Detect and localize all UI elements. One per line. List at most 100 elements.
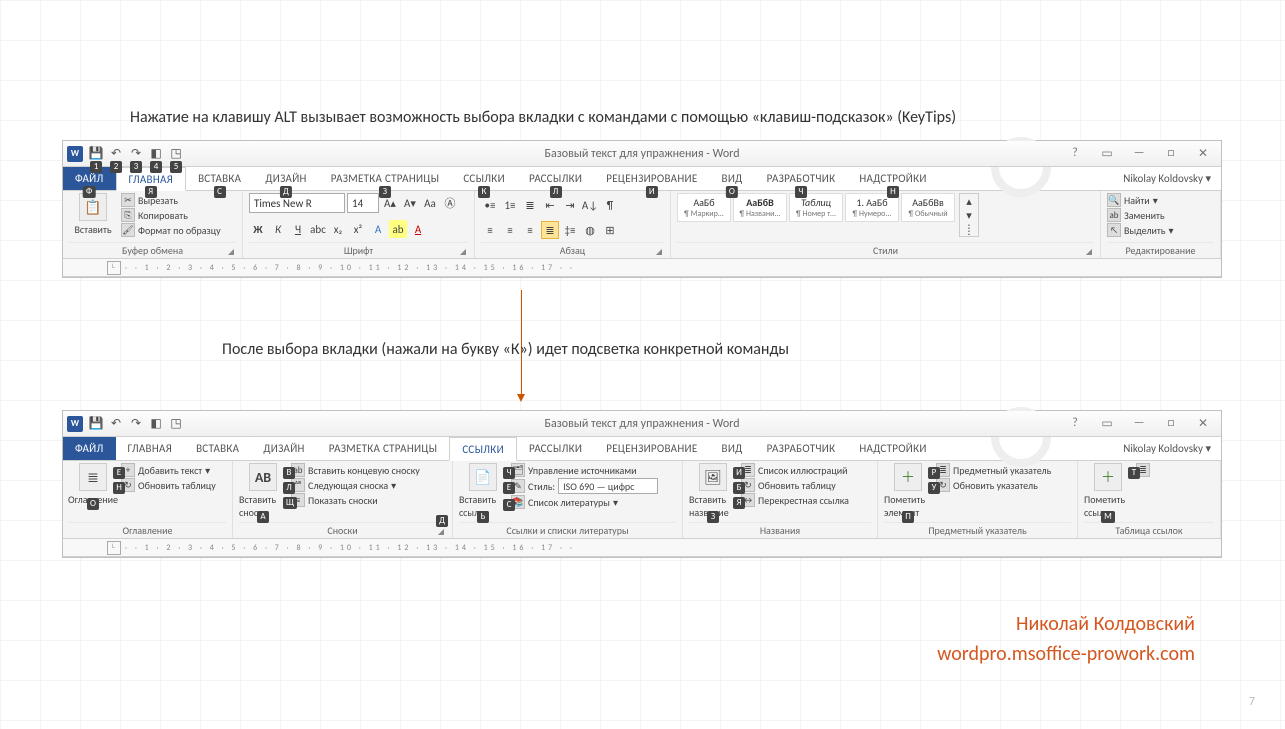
- highlight-icon[interactable]: ab: [389, 220, 407, 238]
- qat-redo-icon[interactable]: ↷: [127, 415, 145, 433]
- sort-icon[interactable]: A↓: [581, 196, 599, 214]
- decrease-font-icon[interactable]: A▾: [401, 194, 419, 212]
- tab-рассылки[interactable]: РАССЫЛКИЛ: [517, 167, 594, 190]
- bibliography-button[interactable]: 📚Список литературы ▾С: [511, 495, 658, 509]
- tab-вставка[interactable]: ВСТАВКАС: [186, 167, 253, 190]
- manage-sources-button[interactable]: 🗂Управление источникамиЧ: [511, 463, 658, 477]
- insert-toa-button[interactable]: ≣Т: [1136, 463, 1150, 477]
- qat-undo-icon[interactable]: ↶: [107, 415, 125, 433]
- increase-indent-icon[interactable]: ⇥: [561, 196, 579, 214]
- qat-undo-icon[interactable]: ↶2: [107, 145, 125, 163]
- toc-button[interactable]: ≣ Оглавление О: [69, 463, 117, 506]
- styles-gallery[interactable]: АаБб¶ Маркир...АаБбВ¶ Названи...Таблиц¶ …: [677, 193, 955, 222]
- qat-btn-5[interactable]: ◳5: [167, 145, 185, 163]
- tab-надстройки[interactable]: НАДСТРОЙКИ: [847, 437, 938, 460]
- user-area[interactable]: Nikolay Koldovsky ▾: [1113, 167, 1221, 190]
- style-item[interactable]: АаБбВв¶ Обычный: [901, 193, 955, 222]
- ribbon-toggle-icon[interactable]: ▭: [1095, 416, 1119, 431]
- change-case-icon[interactable]: Aa: [421, 194, 439, 212]
- update-index-button[interactable]: ↻Обновить указательУ: [936, 478, 1051, 492]
- style-item[interactable]: АаБб¶ Маркир...: [677, 193, 731, 222]
- borders-icon[interactable]: ⊞: [601, 221, 619, 239]
- tab-разработчик[interactable]: РАЗРАБОТЧИК: [755, 437, 848, 460]
- close-icon[interactable]: ✕: [1191, 416, 1215, 431]
- clear-format-icon[interactable]: Ⓐ: [441, 194, 459, 212]
- insert-footnote-button[interactable]: AB Вставить сноску А: [239, 463, 287, 519]
- decrease-indent-icon[interactable]: ⇤: [541, 196, 559, 214]
- show-notes-button[interactable]: ≡Показать сноскиЩ: [291, 493, 420, 507]
- font-color-icon[interactable]: A: [409, 220, 427, 238]
- line-spacing-icon[interactable]: ‡≡: [561, 221, 579, 239]
- show-marks-icon[interactable]: ¶: [601, 196, 619, 214]
- tab-дизайн[interactable]: ДИЗАЙНД: [253, 167, 318, 190]
- tab-разработчик[interactable]: РАЗРАБОТЧИКЧ: [755, 167, 848, 190]
- tab-рецензирование[interactable]: РЕЦЕНЗИРОВАНИЕИ: [594, 167, 709, 190]
- add-text-button[interactable]: +Добавить текст ▾Е: [121, 463, 216, 477]
- update-tof-button[interactable]: ↻Обновить таблицуБ: [741, 478, 849, 492]
- shading-icon[interactable]: ◍: [581, 221, 599, 239]
- tab-разметка страницы[interactable]: РАЗМЕТКА СТРАНИЦЫ: [317, 437, 450, 460]
- tab-selector-icon[interactable]: └: [107, 261, 121, 275]
- gallery-up-icon[interactable]: ▴: [960, 194, 978, 208]
- mark-entry-button[interactable]: ＋ Пометить элемент П: [884, 463, 932, 519]
- insert-endnote-button[interactable]: abВставить концевую сноскуВ: [291, 463, 420, 477]
- tab-рецензирование[interactable]: РЕЦЕНЗИРОВАНИЕ: [594, 437, 709, 460]
- align-left-icon[interactable]: ≡: [481, 221, 499, 239]
- bold-icon[interactable]: Ж: [249, 220, 267, 238]
- strike-icon[interactable]: abc: [309, 220, 327, 238]
- font-size-combo[interactable]: 14: [347, 193, 379, 213]
- tab-рассылки[interactable]: РАССЫЛКИ: [517, 437, 594, 460]
- subscript-icon[interactable]: x₂: [329, 220, 347, 238]
- tab-ссылки[interactable]: ССЫЛКИ: [449, 437, 517, 461]
- align-right-icon[interactable]: ≡: [521, 221, 539, 239]
- qat-save-icon[interactable]: 💾1: [87, 145, 105, 163]
- user-area[interactable]: Nikolay Koldovsky ▾: [1113, 437, 1221, 460]
- format-painter-button[interactable]: 🖌Формат по образцу: [121, 223, 221, 237]
- replace-button[interactable]: abЗаменить: [1107, 208, 1174, 222]
- dialog-launcher-icon[interactable]: ◢: [460, 247, 466, 257]
- cross-reference-button[interactable]: ↔Перекрестная ссылкаЯ: [741, 493, 849, 507]
- tab-разметка страницы[interactable]: РАЗМЕТКА СТРАНИЦЫЗ: [319, 167, 452, 190]
- dialog-launcher-icon[interactable]: ◢: [656, 247, 662, 257]
- multilevel-icon[interactable]: ≣: [521, 196, 539, 214]
- tab-вид[interactable]: ВИДО: [710, 167, 755, 190]
- maximize-icon[interactable]: □: [1159, 416, 1183, 431]
- bullets-icon[interactable]: •≡: [481, 196, 499, 214]
- tab-вид[interactable]: ВИД: [710, 437, 755, 460]
- justify-icon[interactable]: ≣: [541, 221, 559, 239]
- cut-button[interactable]: ✂Вырезать: [121, 193, 221, 207]
- dialog-launcher-icon[interactable]: ◢: [228, 247, 234, 257]
- help-icon[interactable]: ?: [1063, 416, 1087, 431]
- close-icon[interactable]: ✕: [1191, 146, 1215, 161]
- update-toc-button[interactable]: ↻Обновить таблицуН: [121, 478, 216, 492]
- next-footnote-button[interactable]: ᴬᴮСледующая сноска ▾Л: [291, 478, 420, 492]
- qat-save-icon[interactable]: 💾: [87, 415, 105, 433]
- minimize-icon[interactable]: —: [1127, 146, 1151, 161]
- table-of-figures-button[interactable]: ≣Список иллюстрацийИ: [741, 463, 849, 477]
- dialog-launcher-icon[interactable]: ◢: [1086, 247, 1092, 257]
- underline-icon[interactable]: Ч: [289, 220, 307, 238]
- tab-selector-icon[interactable]: └: [107, 541, 121, 555]
- tab-главная[interactable]: ГЛАВНАЯ: [116, 437, 185, 460]
- maximize-icon[interactable]: □: [1159, 146, 1183, 161]
- insert-index-button[interactable]: ≣Предметный указательР: [936, 463, 1051, 477]
- style-item[interactable]: АаБбВ¶ Названи...: [733, 193, 787, 222]
- tab-вставка[interactable]: ВСТАВКА: [184, 437, 251, 460]
- align-center-icon[interactable]: ≡: [501, 221, 519, 239]
- superscript-icon[interactable]: x²: [349, 220, 367, 238]
- copy-button[interactable]: ⎘Копировать: [121, 208, 221, 222]
- select-button[interactable]: ↖Выделить ▾: [1107, 223, 1174, 237]
- minimize-icon[interactable]: —: [1127, 416, 1151, 431]
- insert-citation-button[interactable]: 📄 Вставить ссылку Ь: [459, 463, 507, 519]
- qat-redo-icon[interactable]: ↷3: [127, 145, 145, 163]
- tab-дизайн[interactable]: ДИЗАЙН: [251, 437, 316, 460]
- tab-ссылки[interactable]: ССЫЛКИК: [451, 167, 517, 190]
- citation-style[interactable]: ✎Стиль: ISO 690 — цифрсЕ: [511, 478, 658, 494]
- text-effects-icon[interactable]: A: [369, 220, 387, 238]
- find-button[interactable]: 🔍Найти ▾: [1107, 193, 1174, 207]
- paste-button[interactable]: 📋 Вставить: [69, 193, 117, 236]
- insert-caption-button[interactable]: 🖼 Вставить название З: [689, 463, 737, 519]
- numbering-icon[interactable]: 1≡: [501, 196, 519, 214]
- gallery-more-icon[interactable]: ⁞: [960, 222, 978, 236]
- tab-надстройки[interactable]: НАДСТРОЙКИН: [847, 167, 938, 190]
